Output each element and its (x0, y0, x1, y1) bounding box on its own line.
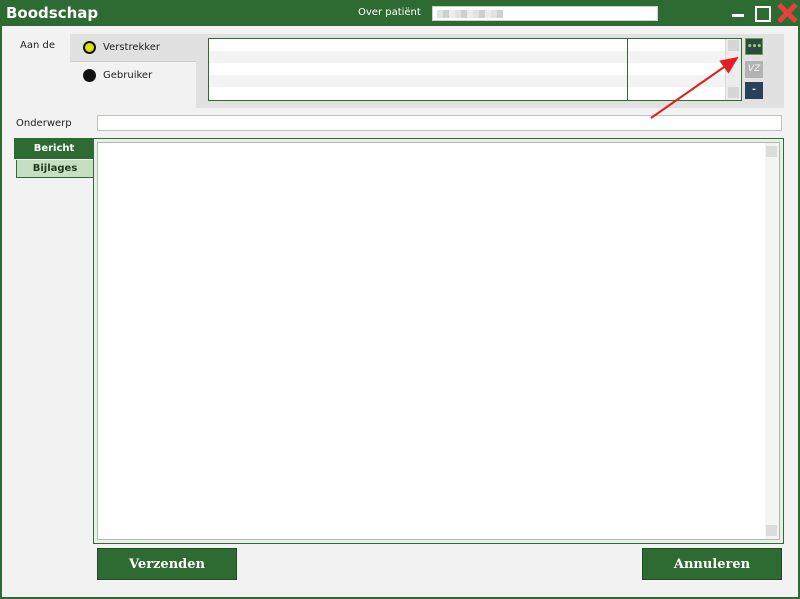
cancel-button[interactable]: Annuleren (642, 548, 782, 580)
remove-recipient-button[interactable]: - (745, 82, 763, 99)
radio-gebruiker[interactable] (83, 69, 96, 82)
close-icon[interactable] (776, 2, 798, 24)
recipient-row[interactable] (209, 87, 725, 99)
option-gebruiker-label: Gebruiker (103, 70, 153, 81)
patient-field[interactable] (432, 6, 658, 21)
select-recipient-button[interactable]: ••• (745, 38, 763, 55)
recipient-label: Aan de (20, 40, 55, 51)
recipient-row[interactable] (209, 39, 725, 51)
patient-name-redacted (437, 10, 503, 18)
minimize-icon[interactable] (728, 3, 748, 23)
tab-bijlages[interactable]: Bijlages (16, 160, 94, 178)
message-form: Aan de Verstrekker Gebruiker ••• VZ - On… (2, 26, 798, 597)
scroll-up-arrow[interactable] (728, 40, 739, 51)
scroll-up-arrow[interactable] (766, 146, 777, 157)
recipient-row[interactable] (209, 63, 725, 75)
option-gebruiker[interactable]: Gebruiker (70, 62, 196, 108)
title-bar: Boodschap Over patiënt (0, 0, 800, 26)
send-button[interactable]: Verzenden (97, 548, 237, 580)
vz-button[interactable]: VZ (745, 61, 763, 78)
scroll-down-arrow[interactable] (766, 525, 777, 536)
scroll-down-arrow[interactable] (728, 87, 739, 98)
subject-label: Onderwerp (16, 118, 72, 129)
radio-verstrekker[interactable] (83, 41, 96, 54)
message-panel (93, 138, 784, 544)
recipient-row[interactable] (209, 75, 725, 87)
column-divider (627, 39, 628, 100)
patient-label: Over patiënt (358, 7, 421, 18)
recipient-list[interactable] (208, 38, 742, 101)
recipient-row[interactable] (209, 51, 725, 63)
recipient-selector: Verstrekker Gebruiker ••• VZ - (70, 34, 784, 108)
option-verstrekker[interactable]: Verstrekker (70, 34, 196, 62)
option-verstrekker-label: Verstrekker (103, 42, 160, 53)
recipient-list-scrollbar[interactable] (725, 39, 741, 100)
subject-input[interactable] (97, 115, 782, 131)
maximize-icon[interactable] (752, 3, 772, 23)
window-title: Boodschap (6, 4, 99, 22)
tab-bericht[interactable]: Bericht (14, 138, 94, 159)
message-scrollbar[interactable] (765, 143, 779, 539)
message-body-input[interactable] (97, 142, 780, 540)
